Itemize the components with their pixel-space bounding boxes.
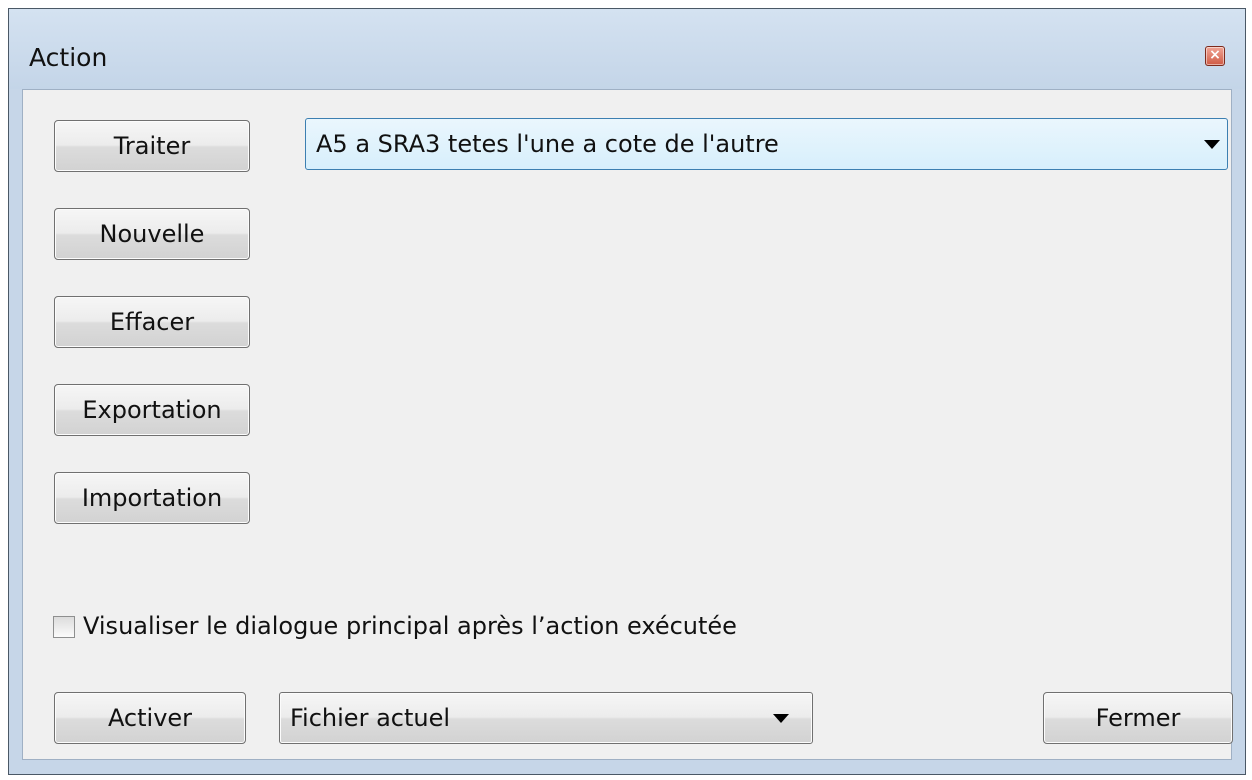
preset-dropdown-value: A5 a SRA3 tetes l'une a cote de l'autre <box>316 130 779 158</box>
dialog-body: Traiter Nouvelle Effacer Exportation Imp… <box>22 89 1233 760</box>
show-main-dialog-label[interactable]: Visualiser le dialogue principal après l… <box>83 611 737 641</box>
effacer-button[interactable]: Effacer <box>54 296 250 348</box>
activer-button[interactable]: Activer <box>54 692 246 744</box>
title-bar[interactable]: Action × <box>9 9 1245 89</box>
traiter-button[interactable]: Traiter <box>54 120 250 172</box>
target-dropdown-value: Fichier actuel <box>290 704 451 732</box>
nouvelle-button[interactable]: Nouvelle <box>54 208 250 260</box>
importation-button[interactable]: Importation <box>54 472 250 524</box>
chevron-down-icon[interactable] <box>1204 140 1220 149</box>
window-title: Action <box>29 43 108 72</box>
close-icon[interactable]: × <box>1205 46 1225 66</box>
preset-dropdown[interactable]: A5 a SRA3 tetes l'une a cote de l'autre <box>305 118 1228 170</box>
target-dropdown[interactable]: Fichier actuel <box>279 692 813 744</box>
chevron-down-icon[interactable] <box>773 714 789 723</box>
show-main-dialog-checkbox[interactable] <box>53 616 75 638</box>
action-dialog: Action × Traiter Nouvelle Effacer Export… <box>8 8 1246 775</box>
exportation-button[interactable]: Exportation <box>54 384 250 436</box>
fermer-button[interactable]: Fermer <box>1043 692 1233 744</box>
